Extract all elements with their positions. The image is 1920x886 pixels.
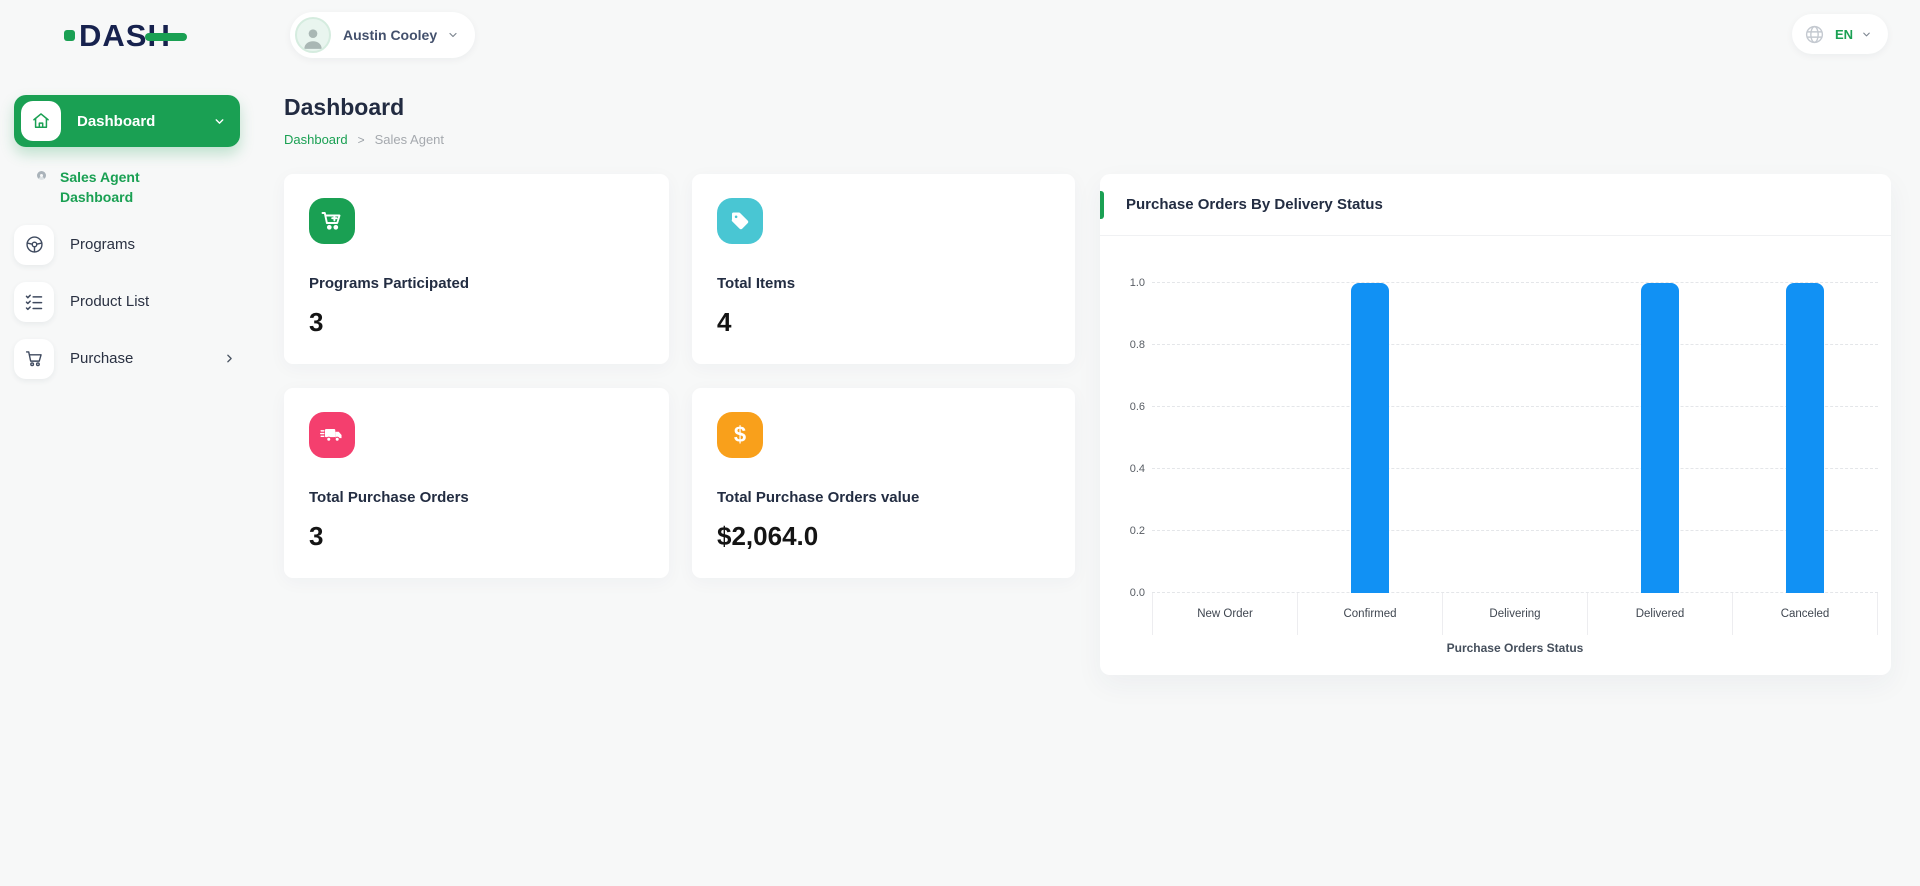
logo-dash-icon: [145, 33, 187, 41]
chart-title: Purchase Orders By Delivery Status: [1126, 196, 1383, 213]
chevron-right-icon: [223, 352, 236, 365]
user-menu[interactable]: Austin Cooley: [290, 12, 475, 58]
sidebar-item-label: Sales Agent Dashboard: [60, 167, 200, 208]
home-icon: [21, 101, 61, 141]
bar-cell-delivering: [1442, 283, 1587, 593]
chevron-down-icon: [213, 115, 226, 128]
breadcrumb: Dashboard > Sales Agent: [284, 132, 444, 147]
stat-value: 4: [717, 307, 1050, 338]
chart-header: Purchase Orders By Delivery Status: [1100, 174, 1891, 236]
y-tick-label: 0.2: [1107, 525, 1145, 537]
bar-canceled: [1786, 283, 1824, 593]
bar-cell-new-order: [1152, 283, 1297, 593]
bar-cell-delivered: [1588, 283, 1733, 593]
sidebar-item-dashboard[interactable]: Dashboard: [14, 95, 240, 147]
avatar: [295, 17, 331, 53]
brand-logo[interactable]: DASH: [64, 20, 187, 51]
sidebar-item-purchase[interactable]: Purchase: [14, 339, 240, 379]
chevron-down-icon: [447, 29, 459, 41]
sidebar-item-label: Programs: [70, 236, 135, 253]
stat-card-total-purchase-orders: Total Purchase Orders 3: [284, 388, 669, 578]
y-tick-label: 1.0: [1107, 277, 1145, 289]
y-tick-label: 0.0: [1107, 587, 1145, 599]
tag-icon: [717, 198, 763, 244]
chart-plot: 0.00.20.40.60.81.0: [1152, 283, 1878, 593]
y-tick-label: 0.8: [1107, 339, 1145, 351]
bar-cell-canceled: [1733, 283, 1878, 593]
user-name: Austin Cooley: [343, 27, 437, 43]
language-code: EN: [1835, 27, 1853, 42]
language-selector[interactable]: EN: [1792, 14, 1888, 54]
sidebar-item-programs[interactable]: Programs: [14, 225, 240, 265]
x-tick-label-confirmed: Confirmed: [1297, 593, 1442, 635]
stat-cards: Programs Participated 3 Total Items 4 To…: [284, 174, 1075, 578]
x-tick-label-new-order: New Order: [1152, 593, 1297, 635]
bullet-ring-icon: [37, 171, 46, 180]
chart-card: Purchase Orders By Delivery Status 0.00.…: [1100, 174, 1891, 675]
x-tick-label-canceled: Canceled: [1732, 593, 1878, 635]
stat-value: 3: [309, 521, 644, 552]
sidebar: Dashboard Sales Agent Dashboard Programs…: [14, 95, 240, 379]
bar-delivered: [1641, 283, 1679, 593]
stat-label: Total Purchase Orders value: [717, 489, 1050, 506]
stat-card-total-items: Total Items 4: [692, 174, 1075, 364]
y-tick-label: 0.4: [1107, 463, 1145, 475]
dollar-glyph: $: [734, 424, 746, 446]
sidebar-item-sales-agent-dashboard[interactable]: Sales Agent Dashboard: [37, 167, 240, 208]
page-title: Dashboard: [284, 94, 404, 121]
sidebar-item-label: Dashboard: [77, 113, 213, 130]
dollar-icon: $: [717, 412, 763, 458]
bar-cell-confirmed: [1297, 283, 1442, 593]
cart-plus-icon: [309, 198, 355, 244]
stat-label: Programs Participated: [309, 275, 644, 292]
chart-body: 0.00.20.40.60.81.0 New OrderConfirmedDel…: [1100, 283, 1891, 655]
sidebar-item-label: Product List: [70, 293, 149, 310]
cart-icon: [14, 339, 54, 379]
stat-label: Total Items: [717, 275, 1050, 292]
checklist-icon: [14, 282, 54, 322]
y-tick-label: 0.6: [1107, 401, 1145, 413]
breadcrumb-separator-icon: >: [358, 133, 365, 147]
delivery-truck-icon: [309, 412, 355, 458]
accent-bar: [1100, 191, 1104, 219]
breadcrumb-current: Sales Agent: [375, 132, 444, 147]
stat-value: 3: [309, 307, 644, 338]
x-tick-label-delivered: Delivered: [1587, 593, 1732, 635]
person-icon: [300, 25, 326, 51]
chevron-down-icon: [1861, 29, 1872, 40]
breadcrumb-dashboard-link[interactable]: Dashboard: [284, 132, 348, 147]
sidebar-item-label: Purchase: [70, 350, 133, 367]
chart-bars: [1152, 283, 1878, 593]
steering-wheel-icon: [14, 225, 54, 265]
stat-label: Total Purchase Orders: [309, 489, 644, 506]
chart-x-labels: New OrderConfirmedDeliveringDeliveredCan…: [1152, 593, 1878, 635]
stat-value: $2,064.0: [717, 521, 1050, 552]
sidebar-item-product-list[interactable]: Product List: [14, 282, 240, 322]
stat-card-programs-participated: Programs Participated 3: [284, 174, 669, 364]
logo-dot-icon: [64, 30, 75, 41]
chart-x-axis-title: Purchase Orders Status: [1152, 641, 1878, 655]
bar-confirmed: [1351, 283, 1389, 593]
x-tick-label-delivering: Delivering: [1442, 593, 1587, 635]
stat-card-total-purchase-orders-value: $ Total Purchase Orders value $2,064.0: [692, 388, 1075, 578]
globe-icon: [1804, 24, 1825, 45]
